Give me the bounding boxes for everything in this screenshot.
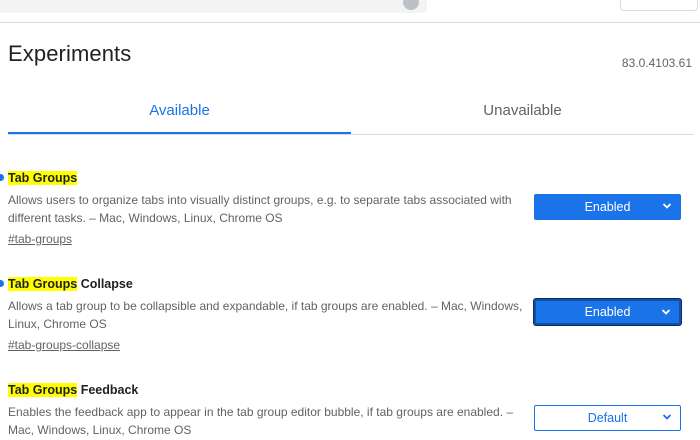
experiment-description: Allows a tab group to be collapsible and… (8, 299, 523, 331)
select-value: Enabled (584, 305, 631, 319)
experiment-title: Tab Groups (8, 170, 694, 186)
experiment-permalink[interactable]: #tab-groups (8, 230, 694, 248)
search-highlight: Tab Groups (8, 171, 78, 185)
tab-available[interactable]: Available (8, 88, 351, 134)
experiment-description: Allows users to organize tabs into visua… (8, 193, 512, 225)
search-input[interactable] (0, 0, 427, 13)
select-value: Default (587, 411, 628, 425)
experiment-title: Tab Groups Feedback (8, 382, 694, 398)
experiment-select-tab-groups[interactable]: Enabled (534, 194, 681, 220)
experiment-select-tab-groups-collapse[interactable]: Enabled (534, 299, 681, 325)
reset-all-button[interactable] (620, 0, 698, 11)
page-title: Experiments (8, 41, 132, 66)
select-value: Enabled (584, 200, 631, 214)
tab-bar: Available Unavailable (8, 88, 694, 135)
modified-indicator-icon (0, 280, 4, 287)
experiment-title: Tab Groups Collapse (8, 276, 694, 292)
experiment-select-tab-groups-feedback[interactable]: Default (534, 405, 681, 431)
chevron-down-icon (662, 414, 672, 420)
tab-unavailable[interactable]: Unavailable (351, 88, 694, 133)
experiment-description: Enables the feedback app to appear in th… (8, 405, 514, 437)
experiment-permalink[interactable]: #tab-groups-collapse (8, 336, 694, 354)
experiment-title-rest: Feedback (77, 383, 139, 397)
modified-indicator-icon (0, 174, 4, 181)
experiment-title-rest: Collapse (77, 277, 133, 291)
search-highlight: Tab Groups (8, 277, 78, 291)
search-highlight: Tab Groups (8, 383, 78, 397)
chevron-down-icon (661, 309, 671, 315)
top-toolbar (0, 0, 700, 23)
chevron-down-icon (662, 203, 672, 209)
version-label: 83.0.4103.61 (621, 56, 692, 70)
